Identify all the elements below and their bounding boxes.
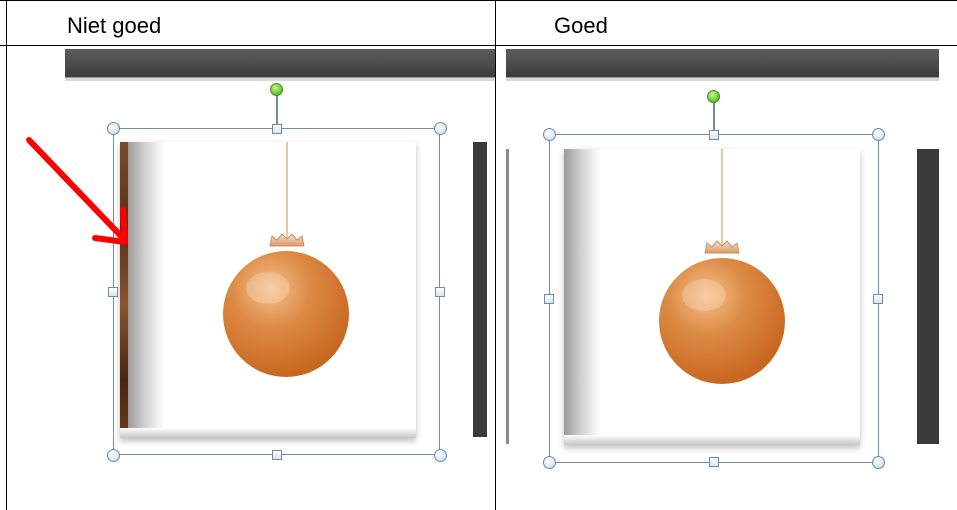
resize-handle-top-right[interactable] [872,128,885,141]
resize-handle-bottom-left[interactable] [107,449,120,462]
resize-handle-top-right[interactable] [434,122,447,135]
cell-goed [496,46,957,510]
rotation-line [713,99,715,134]
selection-box[interactable] [549,134,879,463]
resize-handle-top[interactable] [709,130,719,140]
resize-handle-bottom[interactable] [709,457,719,467]
table-border-top [0,0,957,1]
rotate-handle[interactable] [270,83,283,96]
resize-handle-top[interactable] [272,124,282,134]
cell-niet-goed [7,46,495,510]
resize-handle-bottom[interactable] [272,450,282,460]
resize-handle-top-left[interactable] [543,128,556,141]
selection-box[interactable] [113,128,440,455]
dark-side-block [917,149,939,444]
toolbar-strip [506,49,939,81]
comparison-table: Niet goed Goed [0,0,957,510]
rotation-line [276,92,278,128]
resize-handle-right[interactable] [435,287,445,297]
resize-handle-left[interactable] [544,294,554,304]
rotate-handle[interactable] [707,90,720,103]
left-edge-sliver [506,149,509,444]
resize-handle-left[interactable] [108,287,118,297]
resize-handle-bottom-right[interactable] [872,456,885,469]
dark-side-block [473,142,487,437]
toolbar-strip [65,49,495,81]
resize-handle-right[interactable] [873,294,883,304]
column-header-niet-goed: Niet goed [67,13,162,38]
column-header-goed: Goed [554,13,608,38]
red-arrow-icon [26,137,128,245]
resize-handle-bottom-right[interactable] [434,449,447,462]
resize-handle-bottom-left[interactable] [543,456,556,469]
